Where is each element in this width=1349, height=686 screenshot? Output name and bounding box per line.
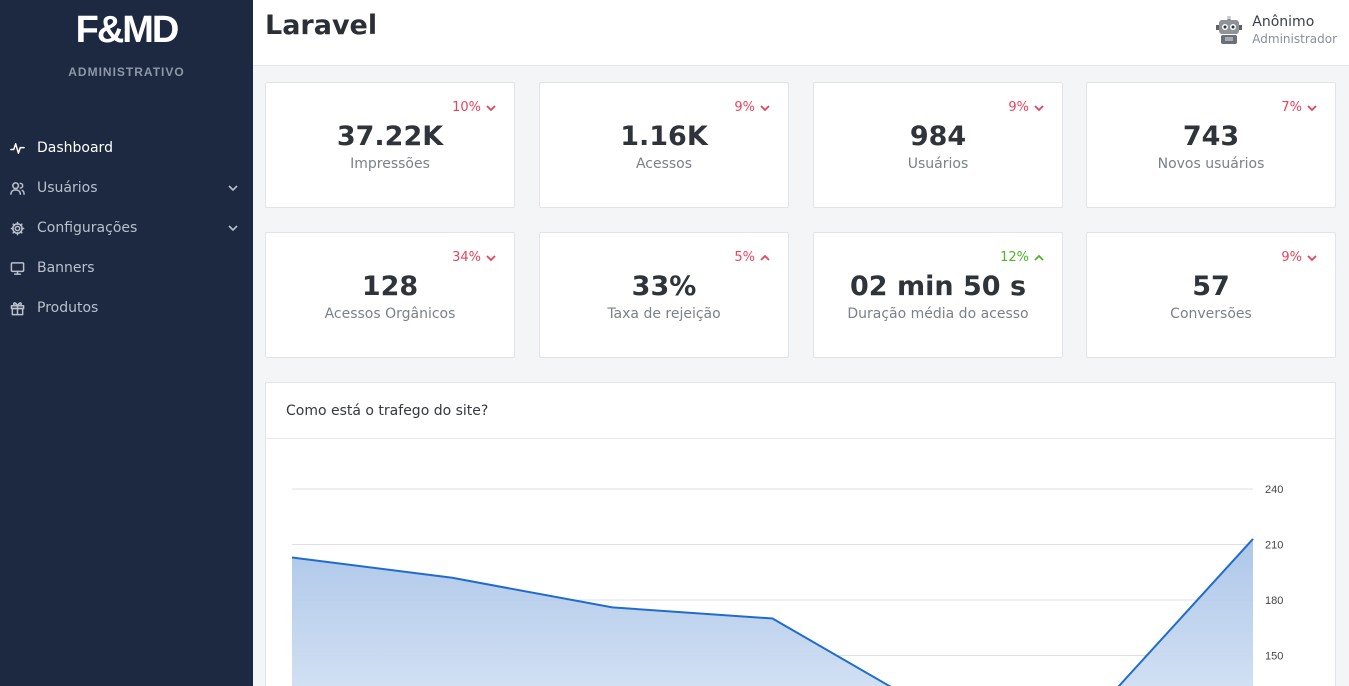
sidebar-item-label: Banners xyxy=(37,260,95,276)
stat-value: 37.22K xyxy=(336,121,444,152)
users-icon xyxy=(9,180,25,196)
top-header: Laravel Anônimo Administrador xyxy=(253,0,1349,66)
stat-delta-value: 9% xyxy=(734,100,755,115)
stat-label: Usuários xyxy=(907,156,969,172)
stat-delta-value: 5% xyxy=(734,250,755,265)
user-role: Administrador xyxy=(1252,32,1337,46)
chevron-up-icon xyxy=(760,253,770,263)
y-tick-label: 150 xyxy=(1265,651,1283,663)
stat-card-novos-usuarios: 7% 743 Novos usuários xyxy=(1086,82,1336,208)
traffic-chart: 240 210 180 150 xyxy=(291,484,1283,686)
sidebar-nav: Dashboard Usuários Configurações Banners… xyxy=(0,128,253,328)
user-menu[interactable]: Anônimo Administrador xyxy=(1216,14,1337,48)
stat-delta-value: 7% xyxy=(1281,100,1302,115)
stat-delta-value: 12% xyxy=(1000,250,1029,265)
stat-delta-value: 9% xyxy=(1281,250,1302,265)
user-name: Anônimo xyxy=(1252,14,1315,30)
stat-card-duracao-media: 12% 02 min 50 s Duração média do acesso xyxy=(813,232,1063,358)
sidebar-item-produtos[interactable]: Produtos xyxy=(0,288,253,328)
chevron-down-icon xyxy=(1034,103,1044,113)
stat-card-conversoes: 9% 57 Conversões xyxy=(1086,232,1336,358)
chevron-down-icon xyxy=(227,222,239,234)
sidebar: F&MD ADMINISTRATIVO Dashboard Usuários C… xyxy=(0,0,253,686)
stat-label: Duração média do acesso xyxy=(847,306,1029,322)
stat-value: 1.16K xyxy=(620,121,708,152)
stat-value: 57 xyxy=(1192,271,1230,302)
chevron-down-icon xyxy=(227,182,239,194)
chevron-down-icon xyxy=(486,253,496,263)
gift-icon xyxy=(9,300,25,316)
stat-card-impressoes: 10% 37.22K Impressões xyxy=(265,82,515,208)
stat-delta-value: 9% xyxy=(1008,100,1029,115)
page-title: Laravel xyxy=(265,10,378,41)
chevron-down-icon xyxy=(486,103,496,113)
stat-delta: 12% xyxy=(1000,250,1044,265)
stat-card-usuarios: 9% 984 Usuários xyxy=(813,82,1063,208)
y-tick-label: 240 xyxy=(1265,484,1283,496)
stat-delta-value: 34% xyxy=(452,250,481,265)
stat-delta: 10% xyxy=(452,100,496,115)
sidebar-item-label: Usuários xyxy=(37,180,98,196)
user-info: Anônimo Administrador xyxy=(1252,14,1337,48)
stat-delta: 9% xyxy=(1281,250,1317,265)
sidebar-item-label: Dashboard xyxy=(37,140,113,156)
stat-value: 743 xyxy=(1182,121,1240,152)
stat-delta: 7% xyxy=(1281,100,1317,115)
monitor-icon xyxy=(9,260,25,276)
stat-label: Novos usuários xyxy=(1157,156,1265,172)
chevron-down-icon xyxy=(760,103,770,113)
y-tick-label: 210 xyxy=(1265,540,1283,552)
robot-avatar-icon xyxy=(1216,15,1243,46)
stat-label: Taxa de rejeição xyxy=(607,306,721,322)
sidebar-item-label: Produtos xyxy=(37,300,99,316)
stat-label: Acessos Orgânicos xyxy=(324,306,456,322)
stat-label: Impressões xyxy=(350,156,430,172)
stat-delta-value: 10% xyxy=(452,100,481,115)
stat-card-acessos-organicos: 34% 128 Acessos Orgânicos xyxy=(265,232,515,358)
traffic-chart-panel: Como está o trafego do site? 240 210 180 15… xyxy=(265,382,1336,686)
gear-icon xyxy=(9,220,25,236)
sidebar-item-banners[interactable]: Banners xyxy=(0,248,253,288)
stat-value: 33% xyxy=(631,271,697,302)
sidebar-item-configuracoes[interactable]: Configurações xyxy=(0,208,253,248)
sidebar-item-usuarios[interactable]: Usuários xyxy=(0,168,253,208)
stat-delta: 9% xyxy=(734,100,770,115)
stat-card-acessos: 9% 1.16K Acessos xyxy=(539,82,789,208)
chevron-up-icon xyxy=(1034,253,1044,263)
stat-label: Acessos xyxy=(635,156,693,172)
stat-label: Conversões xyxy=(1170,306,1252,322)
stat-value: 128 xyxy=(361,271,419,302)
stat-delta: 34% xyxy=(452,250,496,265)
chevron-down-icon xyxy=(1307,253,1317,263)
sidebar-item-dashboard[interactable]: Dashboard xyxy=(0,128,253,168)
brand-logo[interactable]: F&MD xyxy=(0,8,253,52)
sidebar-item-label: Configurações xyxy=(37,220,138,236)
y-tick-label: 180 xyxy=(1265,595,1283,607)
stat-delta: 9% xyxy=(1008,100,1044,115)
stat-value: 984 xyxy=(909,121,967,152)
brand-subtitle: ADMINISTRATIVO xyxy=(68,65,185,79)
stat-value: 02 min 50 s xyxy=(849,271,1027,302)
stat-delta: 5% xyxy=(734,250,770,265)
activity-icon xyxy=(9,140,25,156)
panel-title: Como está o trafego do site? xyxy=(266,383,1335,439)
stat-card-taxa-rejeicao: 5% 33% Taxa de rejeição xyxy=(539,232,789,358)
chevron-down-icon xyxy=(1307,103,1317,113)
brand: F&MD ADMINISTRATIVO xyxy=(0,0,253,79)
traffic-area xyxy=(292,538,1253,686)
